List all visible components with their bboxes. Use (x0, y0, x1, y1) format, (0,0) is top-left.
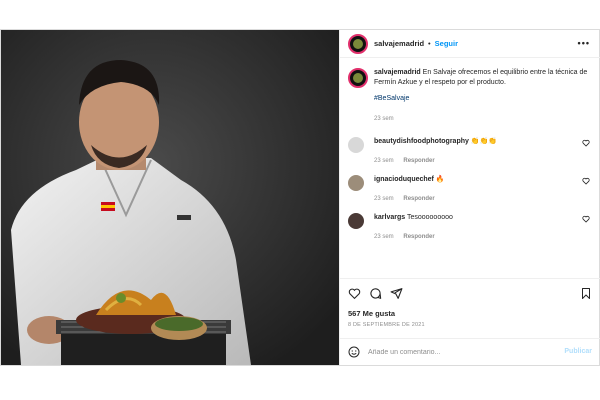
comment-item: ignacioduquechef 🔥 23 sem Responder (348, 175, 596, 204)
comment-item: karlvargs Tesooooooooo 23 sem Responder (348, 213, 596, 242)
follow-button[interactable]: Seguir (435, 39, 458, 48)
author-avatar[interactable] (348, 33, 368, 54)
comment-avatar[interactable] (348, 137, 364, 153)
comment-text: 👏👏👏 (470, 138, 497, 145)
header-separator: • (428, 39, 431, 48)
post-sidebar: salvajemadrid • Seguir ••• salvajemadrid… (339, 30, 600, 365)
heart-icon[interactable] (582, 215, 590, 223)
caption-username[interactable]: salvajemadrid (374, 69, 421, 76)
bookmark-icon[interactable] (580, 287, 592, 300)
caption-time: 23 sem (374, 116, 394, 122)
comment-avatar[interactable] (348, 213, 364, 229)
author-username[interactable]: salvajemadrid (374, 39, 424, 48)
post-date: 8 DE SEPTIEMBRE DE 2021 (348, 322, 425, 328)
add-comment-bar: Publicar (340, 338, 600, 365)
reply-button[interactable]: Responder (403, 234, 434, 240)
comment-username[interactable]: beautydishfoodphotography (374, 138, 469, 145)
comment-meta: 23 sem Responder (374, 194, 574, 204)
comment-body: ignacioduquechef 🔥 23 sem Responder (374, 175, 574, 204)
comment-username[interactable]: ignacioduquechef (374, 176, 434, 183)
comment-time: 23 sem (374, 234, 394, 240)
post-header: salvajemadrid • Seguir ••• (340, 30, 600, 58)
emoji-icon[interactable] (348, 346, 360, 358)
post-photo[interactable] (1, 30, 339, 365)
caption-body: salvajemadrid En Salvaje ofrecemos el eq… (374, 68, 592, 124)
heart-icon[interactable] (582, 177, 590, 185)
comment-time: 23 sem (374, 158, 394, 164)
comment-time: 23 sem (374, 196, 394, 202)
reply-button[interactable]: Responder (403, 158, 434, 164)
post-caption: salvajemadrid En Salvaje ofrecemos el eq… (348, 68, 592, 124)
share-icon[interactable] (390, 287, 403, 300)
instagram-post: salvajemadrid • Seguir ••• salvajemadrid… (0, 29, 600, 366)
action-bar: 567 Me gusta 8 DE SEPTIEMBRE DE 2021 (340, 278, 600, 338)
comment-text: Tesooooooooo (406, 214, 453, 221)
comment-body: karlvargs Tesooooooooo 23 sem Responder (374, 213, 574, 242)
avatar-logo (353, 73, 363, 83)
comment-text: 🔥 (435, 176, 445, 183)
comment-meta: 23 sem Responder (374, 232, 574, 242)
comment-icon[interactable] (369, 287, 382, 300)
comment-item: beautydishfoodphotography 👏👏👏 23 sem Res… (348, 137, 596, 166)
comment-avatar[interactable] (348, 175, 364, 191)
heart-icon[interactable] (582, 139, 590, 147)
publish-button[interactable]: Publicar (564, 348, 592, 355)
more-icon[interactable]: ••• (578, 38, 590, 48)
comment-body: beautydishfoodphotography 👏👏👏 23 sem Res… (374, 137, 574, 166)
like-heart-icon[interactable] (348, 287, 361, 300)
caption-avatar[interactable] (348, 68, 368, 88)
chef-photo-illustration (1, 30, 339, 365)
comment-username[interactable]: karlvargs (374, 214, 405, 221)
likes-count[interactable]: 567 Me gusta (348, 309, 395, 318)
reply-button[interactable]: Responder (403, 196, 434, 202)
avatar-logo (353, 38, 363, 49)
comment-meta: 23 sem Responder (374, 156, 574, 166)
caption-hashtag[interactable]: #BeSalvaje (374, 94, 592, 104)
comment-input[interactable] (368, 348, 548, 356)
